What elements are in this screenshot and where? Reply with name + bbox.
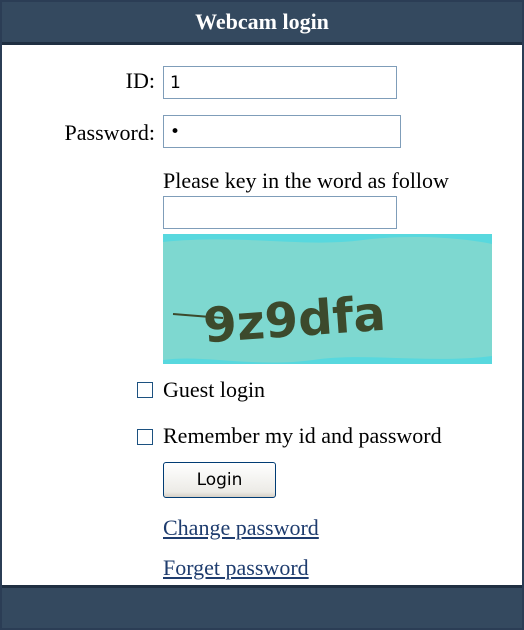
captcha-image: 9z9dfa	[163, 234, 492, 364]
captcha-prompt: Please key in the word as follow	[163, 168, 449, 193]
guest-login-label: Guest login	[163, 377, 266, 402]
password-label: Password:	[64, 120, 155, 145]
login-panel: Webcam login ID: Password: Please key in…	[0, 0, 524, 630]
remember-label: Remember my id and password	[163, 423, 442, 448]
login-button[interactable]: Login	[163, 462, 276, 498]
id-label: ID:	[125, 68, 155, 93]
remember-checkbox[interactable]	[137, 429, 153, 445]
panel-title: Webcam login	[2, 2, 522, 45]
captcha-input[interactable]	[163, 196, 397, 229]
guest-login-checkbox[interactable]	[137, 382, 153, 398]
change-password-link[interactable]: Change password	[163, 515, 319, 541]
id-input[interactable]	[163, 66, 397, 99]
panel-footer	[2, 585, 522, 628]
forget-password-link[interactable]: Forget password	[163, 555, 309, 581]
password-input[interactable]	[163, 115, 401, 148]
